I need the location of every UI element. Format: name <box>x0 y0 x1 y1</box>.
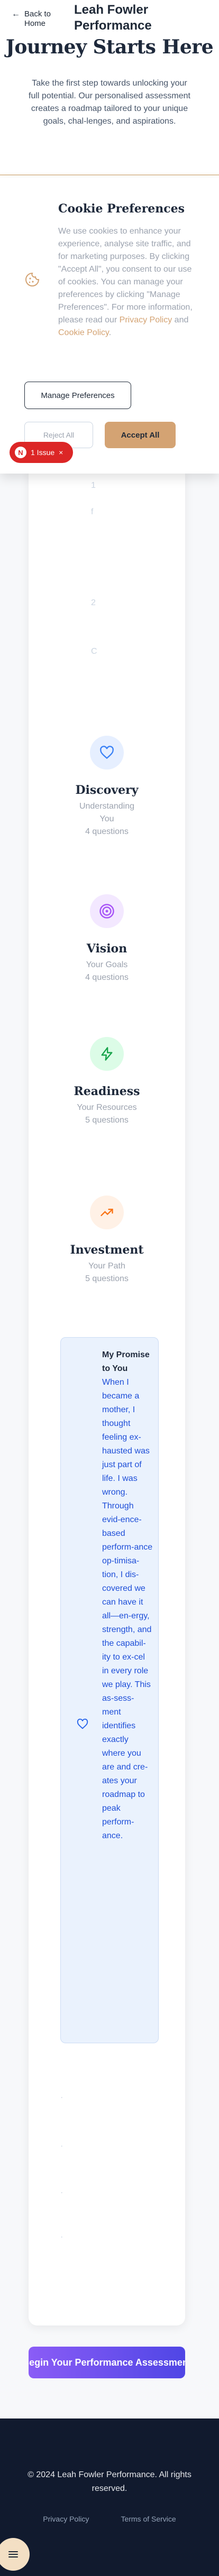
arrow-left-icon: ← <box>12 10 20 18</box>
cta-section: Begin Your Performance Assessment <box>29 2325 185 2410</box>
card-mark: C <box>91 647 97 656</box>
cookie-policy-link[interactable]: Cookie Policy <box>58 328 109 337</box>
step-investment: Investment Your Path 5 questions <box>29 1196 185 1285</box>
accept-all-button[interactable]: Accept All <box>105 422 176 448</box>
cookie-title: Cookie Preferences <box>58 202 185 216</box>
trending-up-icon <box>101 1209 113 1216</box>
step-readiness: Readiness Your Resources 5 questions <box>29 1037 185 1127</box>
step-icon-circle <box>90 1196 124 1229</box>
promise-body: When I became a mother, I thought feelin… <box>102 1378 153 1840</box>
progress-dot: · <box>60 2093 63 2102</box>
cookie-text-body: We use cookies to enhance your experienc… <box>58 227 193 325</box>
hero-intro: Take the first step towards unlocking yo… <box>29 79 190 126</box>
cookie-banner: Cookie Preferences We use cookies to enh… <box>0 178 219 474</box>
cookie-icon <box>25 272 40 286</box>
step-question-count: 4 questions <box>85 973 129 982</box>
step-subtitle: Your Goals <box>86 960 128 969</box>
progress-dot: · <box>60 2142 63 2151</box>
step-title: Readiness <box>74 1085 140 1098</box>
promise-title: My Promise to You <box>102 1350 150 1373</box>
footer-links: Privacy Policy Terms of Service <box>0 2515 219 2523</box>
promise-panel: My Promise to You When I became a mother… <box>60 1337 159 2043</box>
step-icon-circle <box>90 894 124 928</box>
promise-text: My Promise to You When I became a mother… <box>102 1348 153 1843</box>
divider <box>0 174 219 175</box>
cookie-text-period: . <box>108 328 112 337</box>
privacy-policy-link[interactable]: Privacy Policy <box>120 316 172 325</box>
issue-logo: N <box>15 447 26 458</box>
target-icon <box>99 904 114 919</box>
step-question-count: 5 questions <box>85 1116 129 1125</box>
footer: © 2024 Leah Fowler Performance. All righ… <box>0 2419 219 2576</box>
heart-icon <box>100 746 114 759</box>
step-discovery: Discovery Understanding You 4 questions <box>29 736 185 838</box>
step-icon-circle <box>90 736 124 770</box>
back-label: Back to Home <box>24 10 51 28</box>
issue-label: 1 Issue <box>31 448 55 457</box>
step-subtitle: Your Path <box>88 1262 125 1271</box>
step-title: Investment <box>70 1243 144 1257</box>
page-title: Journey Starts Here <box>5 36 214 58</box>
manage-preferences-button[interactable]: Manage Preferences <box>24 382 131 409</box>
cookie-text-and: and <box>172 316 189 325</box>
progress-dot: · <box>60 2232 63 2241</box>
heart-icon <box>77 1718 88 1729</box>
step-icon-circle <box>90 1037 124 1071</box>
step-title: Vision <box>86 942 127 956</box>
step-title: Discovery <box>75 783 139 797</box>
hamburger-menu-icon <box>8 2551 18 2558</box>
step-subtitle: Understanding You <box>79 802 135 823</box>
issues-badge[interactable]: N 1 Issue × <box>10 442 73 463</box>
begin-assessment-button[interactable]: Begin Your Performance Assessment <box>29 2347 185 2378</box>
lightning-icon <box>101 1047 113 1061</box>
cta-label: Begin Your Performance Assessment <box>29 2357 185 2368</box>
step-vision: Vision Your Goals 4 questions <box>29 894 185 984</box>
cookie-text: We use cookies to enhance your experienc… <box>58 225 195 339</box>
step-subtitle: Your Resources <box>77 1103 137 1112</box>
card-mark: 1 <box>91 481 96 490</box>
back-to-home-button[interactable]: ← Back to Home <box>12 10 56 29</box>
terms-of-service-link[interactable]: Terms of Service <box>121 2515 176 2523</box>
step-question-count: 4 questions <box>85 827 129 836</box>
step-question-count: 5 questions <box>85 1274 129 1283</box>
privacy-policy-link[interactable]: Privacy Policy <box>43 2515 89 2523</box>
card-mark: 2 <box>91 598 96 607</box>
card-mark: f <box>91 507 94 516</box>
progress-dot: · <box>60 2188 63 2197</box>
brand-name[interactable]: Leah Fowler Performance <box>74 2 212 34</box>
close-icon[interactable]: × <box>59 448 63 457</box>
footer-copyright: © 2024 Leah Fowler Performance. All righ… <box>28 2470 191 2493</box>
